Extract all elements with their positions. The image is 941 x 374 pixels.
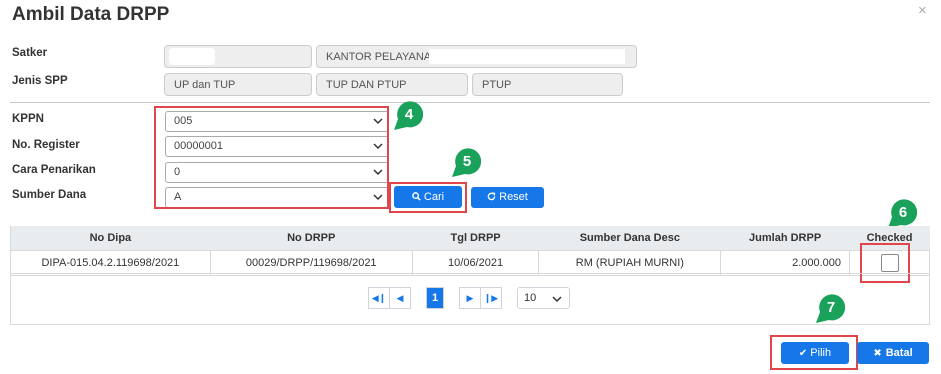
dialog-title: Ambil Data DRPP bbox=[12, 4, 170, 25]
close-icon[interactable]: × bbox=[918, 2, 927, 19]
column-header-sumber-dana-desc[interactable]: Sumber Dana Desc bbox=[538, 226, 721, 251]
satker-code-field bbox=[164, 45, 312, 68]
column-header-jumlah-drpp[interactable]: Jumlah DRPP bbox=[720, 226, 850, 251]
jenis-spp-label: Jenis SPP bbox=[12, 75, 68, 87]
step-number-5: 5 bbox=[462, 153, 472, 170]
page-button-current[interactable]: 1 bbox=[426, 287, 444, 309]
step-number-4: 4 bbox=[404, 106, 414, 123]
reset-button-label: Reset bbox=[499, 191, 528, 203]
separator bbox=[10, 102, 930, 103]
jenis-spp-field-1: UP dan TUP bbox=[164, 73, 312, 96]
step-number-6: 6 bbox=[898, 204, 908, 221]
first-page-button[interactable]: ◀❙ bbox=[368, 287, 390, 309]
prev-page-button[interactable]: ◀ bbox=[389, 287, 411, 309]
page-size-select[interactable]: 10 bbox=[517, 287, 570, 309]
table-row[interactable]: DIPA-015.04.2.119698/2021 00029/DRPP/119… bbox=[10, 250, 930, 276]
table-header-row: No Dipa No DRPP Tgl DRPP Sumber Dana Des… bbox=[10, 226, 930, 251]
pagination-divider bbox=[10, 273, 930, 274]
cara-penarikan-label: Cara Penarikan bbox=[12, 164, 96, 176]
batal-button-label: Batal bbox=[885, 347, 913, 359]
next-page-button[interactable]: ▶ bbox=[459, 287, 481, 309]
satker-name-mask bbox=[429, 49, 625, 64]
satker-code-value bbox=[169, 48, 215, 65]
column-header-no-drpp[interactable]: No DRPP bbox=[210, 226, 413, 251]
batal-button[interactable]: ✖ Batal bbox=[857, 342, 929, 364]
no-register-label: No. Register bbox=[12, 139, 80, 151]
highlight-box-pilih bbox=[770, 335, 858, 370]
highlight-box-checked bbox=[860, 243, 910, 283]
cell-no-drpp: 00029/DRPP/119698/2021 bbox=[209, 250, 413, 276]
cell-sumber-dana-desc: RM (RUPIAH MURNI) bbox=[538, 250, 722, 276]
last-page-button[interactable]: ❙▶ bbox=[480, 287, 502, 309]
column-header-tgl-drpp[interactable]: Tgl DRPP bbox=[412, 226, 539, 251]
highlight-box-filters bbox=[154, 106, 389, 209]
cell-tgl-drpp: 10/06/2021 bbox=[411, 250, 540, 276]
cell-no-dipa: DIPA-015.04.2.119698/2021 bbox=[10, 250, 211, 276]
close-icon: ✖ bbox=[873, 348, 882, 359]
page-size-value: 10 bbox=[524, 292, 537, 304]
satker-name-field: KANTOR PELAYANAN P bbox=[316, 45, 637, 68]
column-header-no-dipa[interactable]: No Dipa bbox=[10, 226, 211, 251]
jenis-spp-field-3: PTUP bbox=[472, 73, 623, 96]
kppn-label: KPPN bbox=[12, 113, 44, 125]
results-table: No Dipa No DRPP Tgl DRPP Sumber Dana Des… bbox=[10, 226, 930, 276]
refresh-icon bbox=[487, 192, 496, 201]
jenis-spp-field-2: TUP DAN PTUP bbox=[316, 73, 468, 96]
cell-jumlah-drpp: 2.000.000 bbox=[720, 250, 851, 276]
chevron-down-icon bbox=[552, 296, 562, 303]
satker-label: Satker bbox=[12, 47, 48, 59]
highlight-box-cari bbox=[389, 182, 467, 213]
sumber-dana-label: Sumber Dana bbox=[12, 189, 87, 201]
reset-button[interactable]: Reset bbox=[471, 187, 544, 208]
